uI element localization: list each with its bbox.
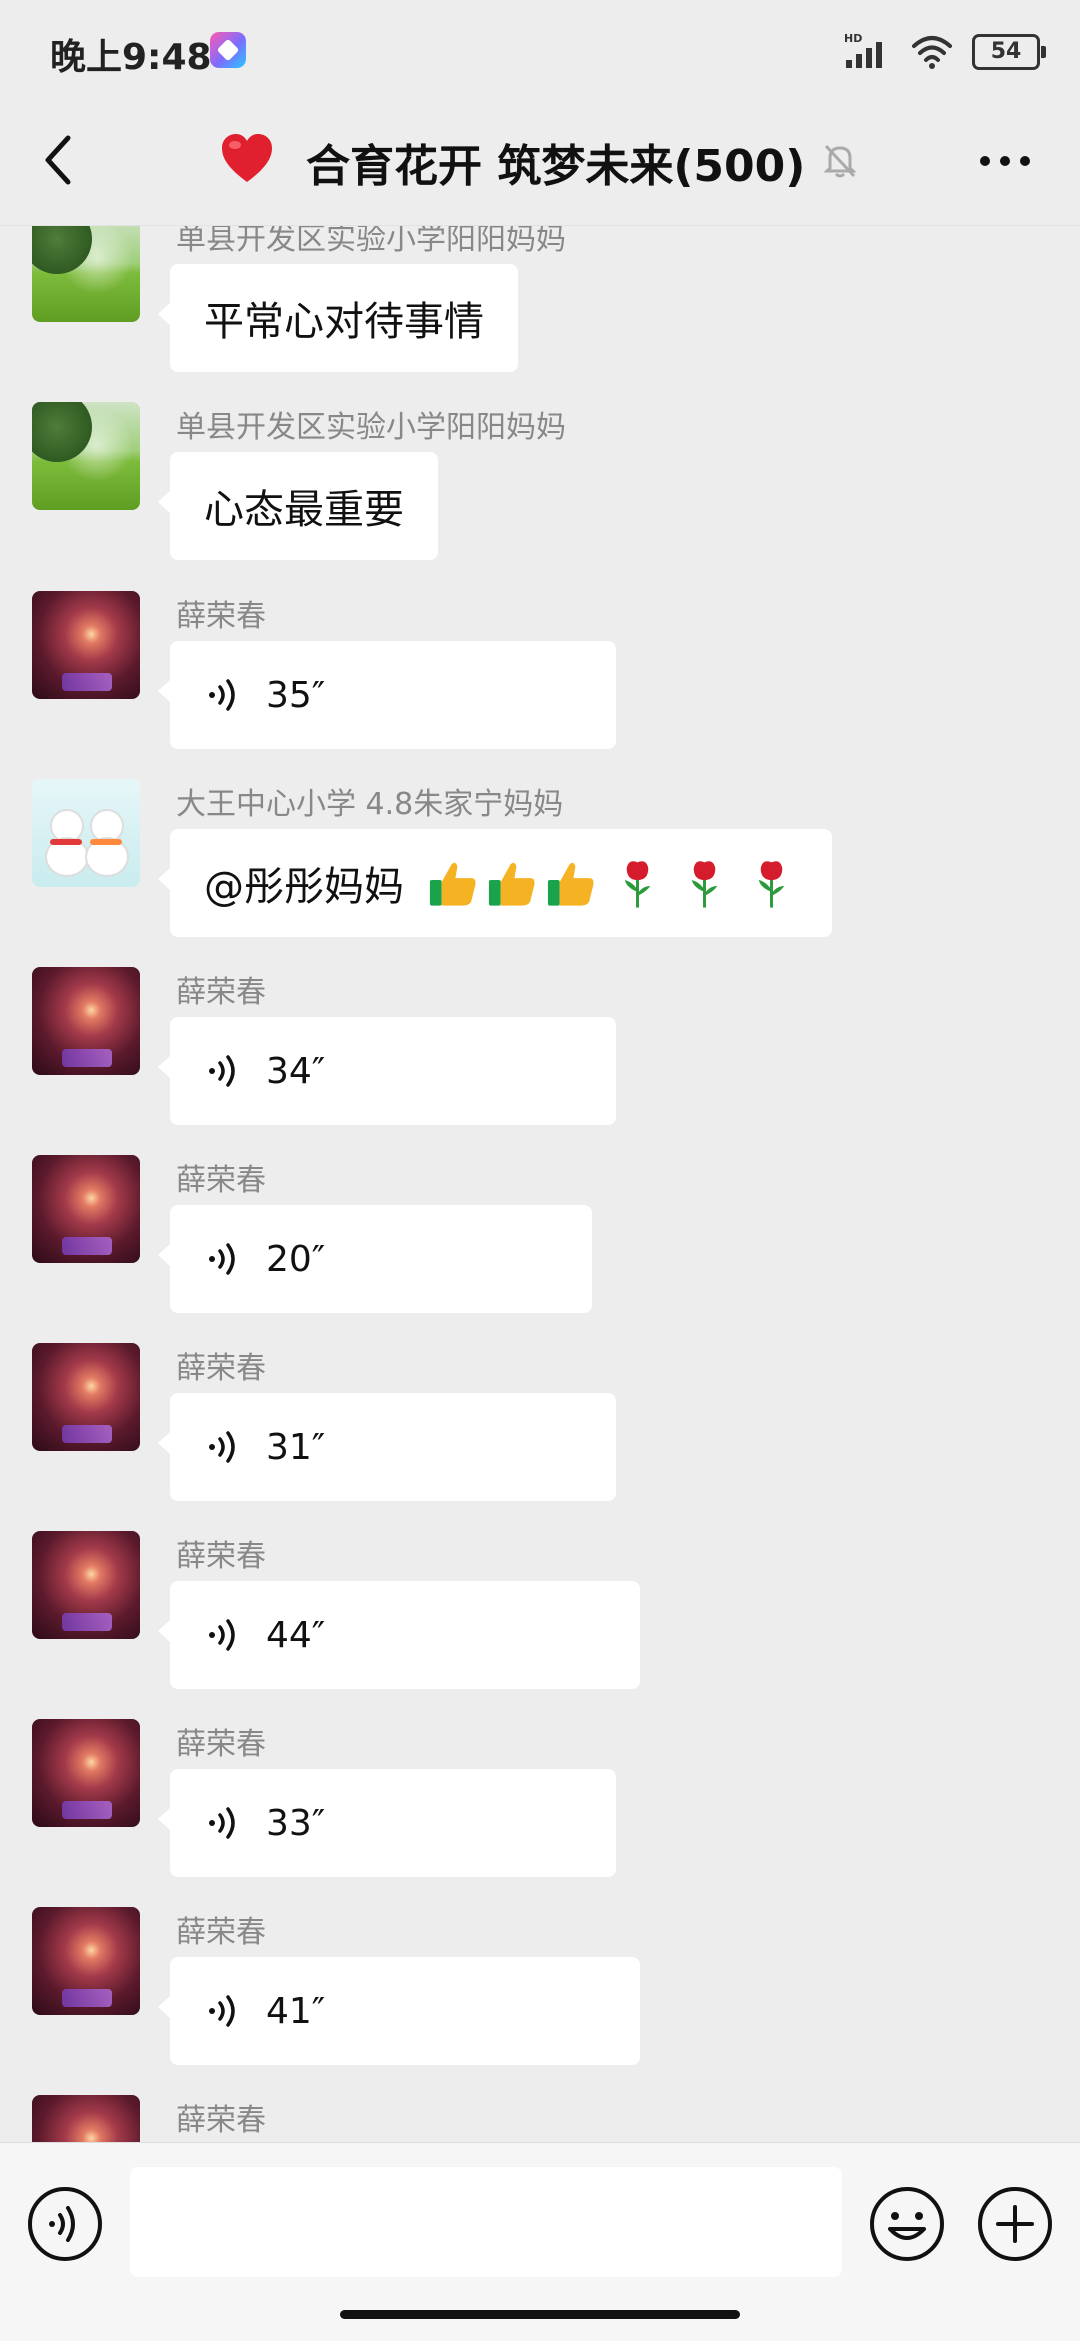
rose-icon [691,861,718,908]
voice-wave-icon [209,1619,235,1651]
sender-name: 薛荣春 [176,1351,266,1386]
back-icon[interactable] [30,130,90,190]
voice-duration: 34″ [266,1050,326,1092]
sender-name: 薛荣春 [176,599,266,634]
message-input[interactable] [130,2167,842,2277]
voice-duration: 31″ [266,1426,326,1468]
sender-name: 薛荣春 [176,1539,266,1574]
sender-name: 单县开发区实验小学阳阳妈妈 [176,410,566,445]
voice-wave-icon [209,1995,235,2027]
sender-name: 薛荣春 [176,2103,266,2138]
plus-icon[interactable] [976,2185,1054,2263]
more-dot [1000,156,1010,166]
avatar[interactable] [32,591,140,699]
voice-mode-icon[interactable] [26,2185,104,2263]
sender-name: 薛荣春 [176,975,266,1010]
message-text: 平常心对待事情 [204,299,484,345]
voice-duration: 35″ [266,674,326,716]
more-dot [1020,156,1030,166]
avatar[interactable] [32,1719,140,1827]
voice-bubble[interactable]: 20″ [158,1205,592,1313]
thumbs-up-icon [488,862,535,906]
voice-bubble[interactable]: 31″ [158,1393,616,1501]
sender-name: 薛荣春 [176,1163,266,1198]
voice-bubble[interactable]: 35″ [158,641,616,749]
avatar[interactable] [32,1907,140,2015]
voice-duration: 44″ [266,1614,326,1656]
home-indicator[interactable] [340,2310,740,2319]
avatar[interactable] [32,967,140,1075]
battery-level: 54 [990,39,1022,64]
voice-bubble[interactable]: 44″ [158,1581,640,1689]
signal-icon: HD [844,32,882,68]
avatar[interactable] [32,402,140,510]
rose-icon [758,861,785,908]
status-indicators: HD 54 [842,30,1046,74]
voice-wave-icon [209,1243,235,1275]
voice-bubble[interactable]: 34″ [158,1017,616,1125]
chat-title[interactable]: 合育花开 筑梦未来(500) [220,132,805,192]
network-label: HD [844,32,862,45]
text-bubble[interactable]: 平常心对待事情 [158,264,518,372]
sender-name: 薛荣春 [176,1727,266,1762]
sender-name: 薛荣春 [176,1915,266,1950]
avatar[interactable] [32,1155,140,1263]
avatar[interactable] [32,779,140,887]
avatar[interactable] [32,2095,140,2142]
message-text: @彤彤妈妈 [204,864,404,910]
avatar[interactable] [32,1531,140,1639]
chat-header: 合育花开 筑梦未来(500) [0,100,1080,226]
voice-wave-icon [209,1055,235,1087]
status-bar: 晚上9:48 HD 54 [0,0,1080,100]
status-time: 晚上9:48 [50,37,212,78]
app-icon [210,32,246,68]
avatar[interactable] [32,1343,140,1451]
wifi-icon [912,36,952,69]
voice-wave-icon [209,1807,235,1839]
more-dot [980,156,990,166]
voice-wave-icon [209,679,235,711]
avatar[interactable] [32,226,140,322]
thumbs-up-icon [547,862,594,906]
text-bubble[interactable]: @彤彤妈妈 [158,829,832,937]
emoji-icon[interactable] [868,2185,946,2263]
more-button[interactable] [970,130,1040,190]
rose-icon [624,861,651,908]
voice-duration: 20″ [266,1238,326,1280]
heart-icon [222,134,272,182]
sender-name: 单县开发区实验小学阳阳妈妈 [176,226,566,257]
message-list[interactable]: 单县开发区实验小学阳阳妈妈 平常心对待事情 单县开发区实验小学阳阳妈妈 心态最重… [0,226,1080,2142]
text-bubble[interactable]: 心态最重要 [158,452,438,560]
mute-icon [823,144,857,178]
voice-duration: 33″ [266,1802,326,1844]
battery-icon: 54 [972,34,1046,70]
message-text: 心态最重要 [204,487,404,533]
chat-title-text: 合育花开 筑梦未来(500) [306,141,806,192]
voice-duration: 41″ [266,1990,326,2032]
voice-wave-icon [209,1431,235,1463]
voice-bubble[interactable]: 33″ [158,1769,616,1877]
thumbs-up-icon [429,862,476,906]
sender-name: 大王中心小学 4.8朱家宁妈妈 [176,787,564,822]
voice-bubble[interactable]: 41″ [158,1957,640,2065]
